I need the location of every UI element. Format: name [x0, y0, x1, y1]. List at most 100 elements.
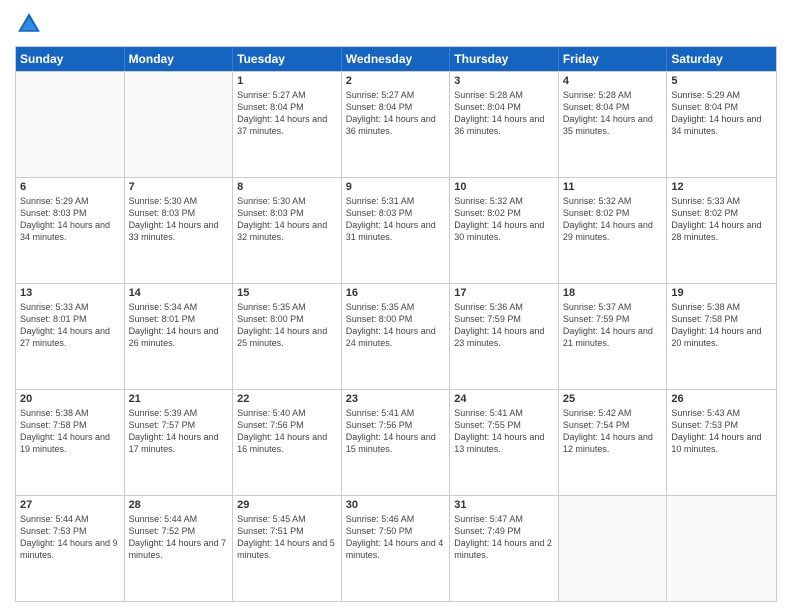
calendar-week-row: 27 Sunrise: 5:44 AMSunset: 7:53 PMDayligh…: [16, 495, 776, 601]
calendar-cell: 27 Sunrise: 5:44 AMSunset: 7:53 PMDayligh…: [16, 496, 125, 601]
day-number: 20: [20, 393, 120, 405]
cell-details: Sunrise: 5:33 AMSunset: 8:01 PMDaylight:…: [20, 301, 120, 350]
cell-details: Sunrise: 5:47 AMSunset: 7:49 PMDaylight:…: [454, 513, 554, 562]
cell-details: Sunrise: 5:27 AMSunset: 8:04 PMDaylight:…: [346, 89, 446, 138]
day-number: 14: [129, 287, 229, 299]
calendar-cell: 16 Sunrise: 5:35 AMSunset: 8:00 PMDayligh…: [342, 284, 451, 389]
page: SundayMondayTuesdayWednesdayThursdayFrid…: [0, 0, 792, 612]
cell-details: Sunrise: 5:32 AMSunset: 8:02 PMDaylight:…: [454, 195, 554, 244]
cell-details: Sunrise: 5:38 AMSunset: 7:58 PMDaylight:…: [20, 407, 120, 456]
calendar-cell: 2 Sunrise: 5:27 AMSunset: 8:04 PMDaylight…: [342, 72, 451, 177]
calendar-header-day: Saturday: [667, 47, 776, 71]
calendar-cell: 5 Sunrise: 5:29 AMSunset: 8:04 PMDaylight…: [667, 72, 776, 177]
day-number: 30: [346, 499, 446, 511]
day-number: 23: [346, 393, 446, 405]
cell-details: Sunrise: 5:30 AMSunset: 8:03 PMDaylight:…: [237, 195, 337, 244]
calendar-cell: 29 Sunrise: 5:45 AMSunset: 7:51 PMDayligh…: [233, 496, 342, 601]
calendar-cell: 23 Sunrise: 5:41 AMSunset: 7:56 PMDayligh…: [342, 390, 451, 495]
day-number: 21: [129, 393, 229, 405]
calendar-cell: 6 Sunrise: 5:29 AMSunset: 8:03 PMDaylight…: [16, 178, 125, 283]
calendar-week-row: 1 Sunrise: 5:27 AMSunset: 8:04 PMDaylight…: [16, 71, 776, 177]
calendar-cell: 25Sunrise: 5:42 AMSunset: 7:54 PMDayligh…: [559, 390, 668, 495]
logo-icon: [15, 10, 43, 38]
day-number: 5: [671, 75, 772, 87]
day-number: 16: [346, 287, 446, 299]
calendar-header-day: Friday: [559, 47, 668, 71]
cell-details: Sunrise: 5:46 AMSunset: 7:50 PMDaylight:…: [346, 513, 446, 562]
cell-details: Sunrise: 5:28 AMSunset: 8:04 PMDaylight:…: [454, 89, 554, 138]
day-number: 4: [563, 75, 663, 87]
cell-details: Sunrise: 5:45 AMSunset: 7:51 PMDaylight:…: [237, 513, 337, 562]
cell-details: Sunrise: 5:33 AMSunset: 8:02 PMDaylight:…: [671, 195, 772, 244]
calendar-cell: 26Sunrise: 5:43 AMSunset: 7:53 PMDayligh…: [667, 390, 776, 495]
day-number: 19: [671, 287, 772, 299]
calendar-week-row: 20 Sunrise: 5:38 AMSunset: 7:58 PMDayligh…: [16, 389, 776, 495]
day-number: 17: [454, 287, 554, 299]
day-number: 11: [563, 181, 663, 193]
day-number: 7: [129, 181, 229, 193]
calendar: SundayMondayTuesdayWednesdayThursdayFrid…: [15, 46, 777, 602]
calendar-cell: 14 Sunrise: 5:34 AMSunset: 8:01 PMDayligh…: [125, 284, 234, 389]
cell-details: Sunrise: 5:28 AMSunset: 8:04 PMDaylight:…: [563, 89, 663, 138]
cell-details: Sunrise: 5:44 AMSunset: 7:52 PMDaylight:…: [129, 513, 229, 562]
cell-details: Sunrise: 5:41 AMSunset: 7:56 PMDaylight:…: [346, 407, 446, 456]
day-number: 22: [237, 393, 337, 405]
calendar-cell: 8Sunrise: 5:30 AMSunset: 8:03 PMDaylight…: [233, 178, 342, 283]
calendar-cell: 17 Sunrise: 5:36 AMSunset: 7:59 PMDayligh…: [450, 284, 559, 389]
day-number: 1: [237, 75, 337, 87]
calendar-header: SundayMondayTuesdayWednesdayThursdayFrid…: [16, 47, 776, 71]
calendar-cell: 10Sunrise: 5:32 AMSunset: 8:02 PMDayligh…: [450, 178, 559, 283]
cell-details: Sunrise: 5:44 AMSunset: 7:53 PMDaylight:…: [20, 513, 120, 562]
calendar-cell: 7 Sunrise: 5:30 AMSunset: 8:03 PMDaylight…: [125, 178, 234, 283]
cell-details: Sunrise: 5:43 AMSunset: 7:53 PMDaylight:…: [671, 407, 772, 456]
day-number: 27: [20, 499, 120, 511]
day-number: 24: [454, 393, 554, 405]
cell-details: Sunrise: 5:34 AMSunset: 8:01 PMDaylight:…: [129, 301, 229, 350]
day-number: 18: [563, 287, 663, 299]
calendar-cell: 11Sunrise: 5:32 AMSunset: 8:02 PMDayligh…: [559, 178, 668, 283]
logo: [15, 10, 47, 38]
day-number: 31: [454, 499, 554, 511]
calendar-cell: 21 Sunrise: 5:39 AMSunset: 7:57 PMDayligh…: [125, 390, 234, 495]
calendar-cell: 31 Sunrise: 5:47 AMSunset: 7:49 PMDayligh…: [450, 496, 559, 601]
calendar-header-day: Thursday: [450, 47, 559, 71]
calendar-cell: 9Sunrise: 5:31 AMSunset: 8:03 PMDaylight…: [342, 178, 451, 283]
day-number: 2: [346, 75, 446, 87]
cell-details: Sunrise: 5:27 AMSunset: 8:04 PMDaylight:…: [237, 89, 337, 138]
day-number: 6: [20, 181, 120, 193]
calendar-cell: 1 Sunrise: 5:27 AMSunset: 8:04 PMDaylight…: [233, 72, 342, 177]
calendar-week-row: 13 Sunrise: 5:33 AMSunset: 8:01 PMDayligh…: [16, 283, 776, 389]
calendar-cell: 20 Sunrise: 5:38 AMSunset: 7:58 PMDayligh…: [16, 390, 125, 495]
cell-details: Sunrise: 5:39 AMSunset: 7:57 PMDaylight:…: [129, 407, 229, 456]
calendar-cell: 19 Sunrise: 5:38 AMSunset: 7:58 PMDayligh…: [667, 284, 776, 389]
cell-details: Sunrise: 5:38 AMSunset: 7:58 PMDaylight:…: [671, 301, 772, 350]
cell-details: Sunrise: 5:29 AMSunset: 8:04 PMDaylight:…: [671, 89, 772, 138]
calendar-week-row: 6 Sunrise: 5:29 AMSunset: 8:03 PMDaylight…: [16, 177, 776, 283]
calendar-cell: [667, 496, 776, 601]
calendar-cell: 22 Sunrise: 5:40 AMSunset: 7:56 PMDayligh…: [233, 390, 342, 495]
calendar-cell: [559, 496, 668, 601]
calendar-cell: 13 Sunrise: 5:33 AMSunset: 8:01 PMDayligh…: [16, 284, 125, 389]
header: [15, 10, 777, 38]
cell-details: Sunrise: 5:29 AMSunset: 8:03 PMDaylight:…: [20, 195, 120, 244]
calendar-cell: 3Sunrise: 5:28 AMSunset: 8:04 PMDaylight…: [450, 72, 559, 177]
cell-details: Sunrise: 5:40 AMSunset: 7:56 PMDaylight:…: [237, 407, 337, 456]
cell-details: Sunrise: 5:30 AMSunset: 8:03 PMDaylight:…: [129, 195, 229, 244]
calendar-header-day: Wednesday: [342, 47, 451, 71]
cell-details: Sunrise: 5:31 AMSunset: 8:03 PMDaylight:…: [346, 195, 446, 244]
calendar-cell: 30 Sunrise: 5:46 AMSunset: 7:50 PMDayligh…: [342, 496, 451, 601]
calendar-cell: 24Sunrise: 5:41 AMSunset: 7:55 PMDayligh…: [450, 390, 559, 495]
cell-details: Sunrise: 5:37 AMSunset: 7:59 PMDaylight:…: [563, 301, 663, 350]
day-number: 29: [237, 499, 337, 511]
cell-details: Sunrise: 5:35 AMSunset: 8:00 PMDaylight:…: [346, 301, 446, 350]
calendar-header-day: Sunday: [16, 47, 125, 71]
day-number: 13: [20, 287, 120, 299]
calendar-cell: [16, 72, 125, 177]
calendar-cell: [125, 72, 234, 177]
cell-details: Sunrise: 5:36 AMSunset: 7:59 PMDaylight:…: [454, 301, 554, 350]
day-number: 15: [237, 287, 337, 299]
calendar-cell: 18 Sunrise: 5:37 AMSunset: 7:59 PMDayligh…: [559, 284, 668, 389]
day-number: 12: [671, 181, 772, 193]
cell-details: Sunrise: 5:35 AMSunset: 8:00 PMDaylight:…: [237, 301, 337, 350]
day-number: 25: [563, 393, 663, 405]
